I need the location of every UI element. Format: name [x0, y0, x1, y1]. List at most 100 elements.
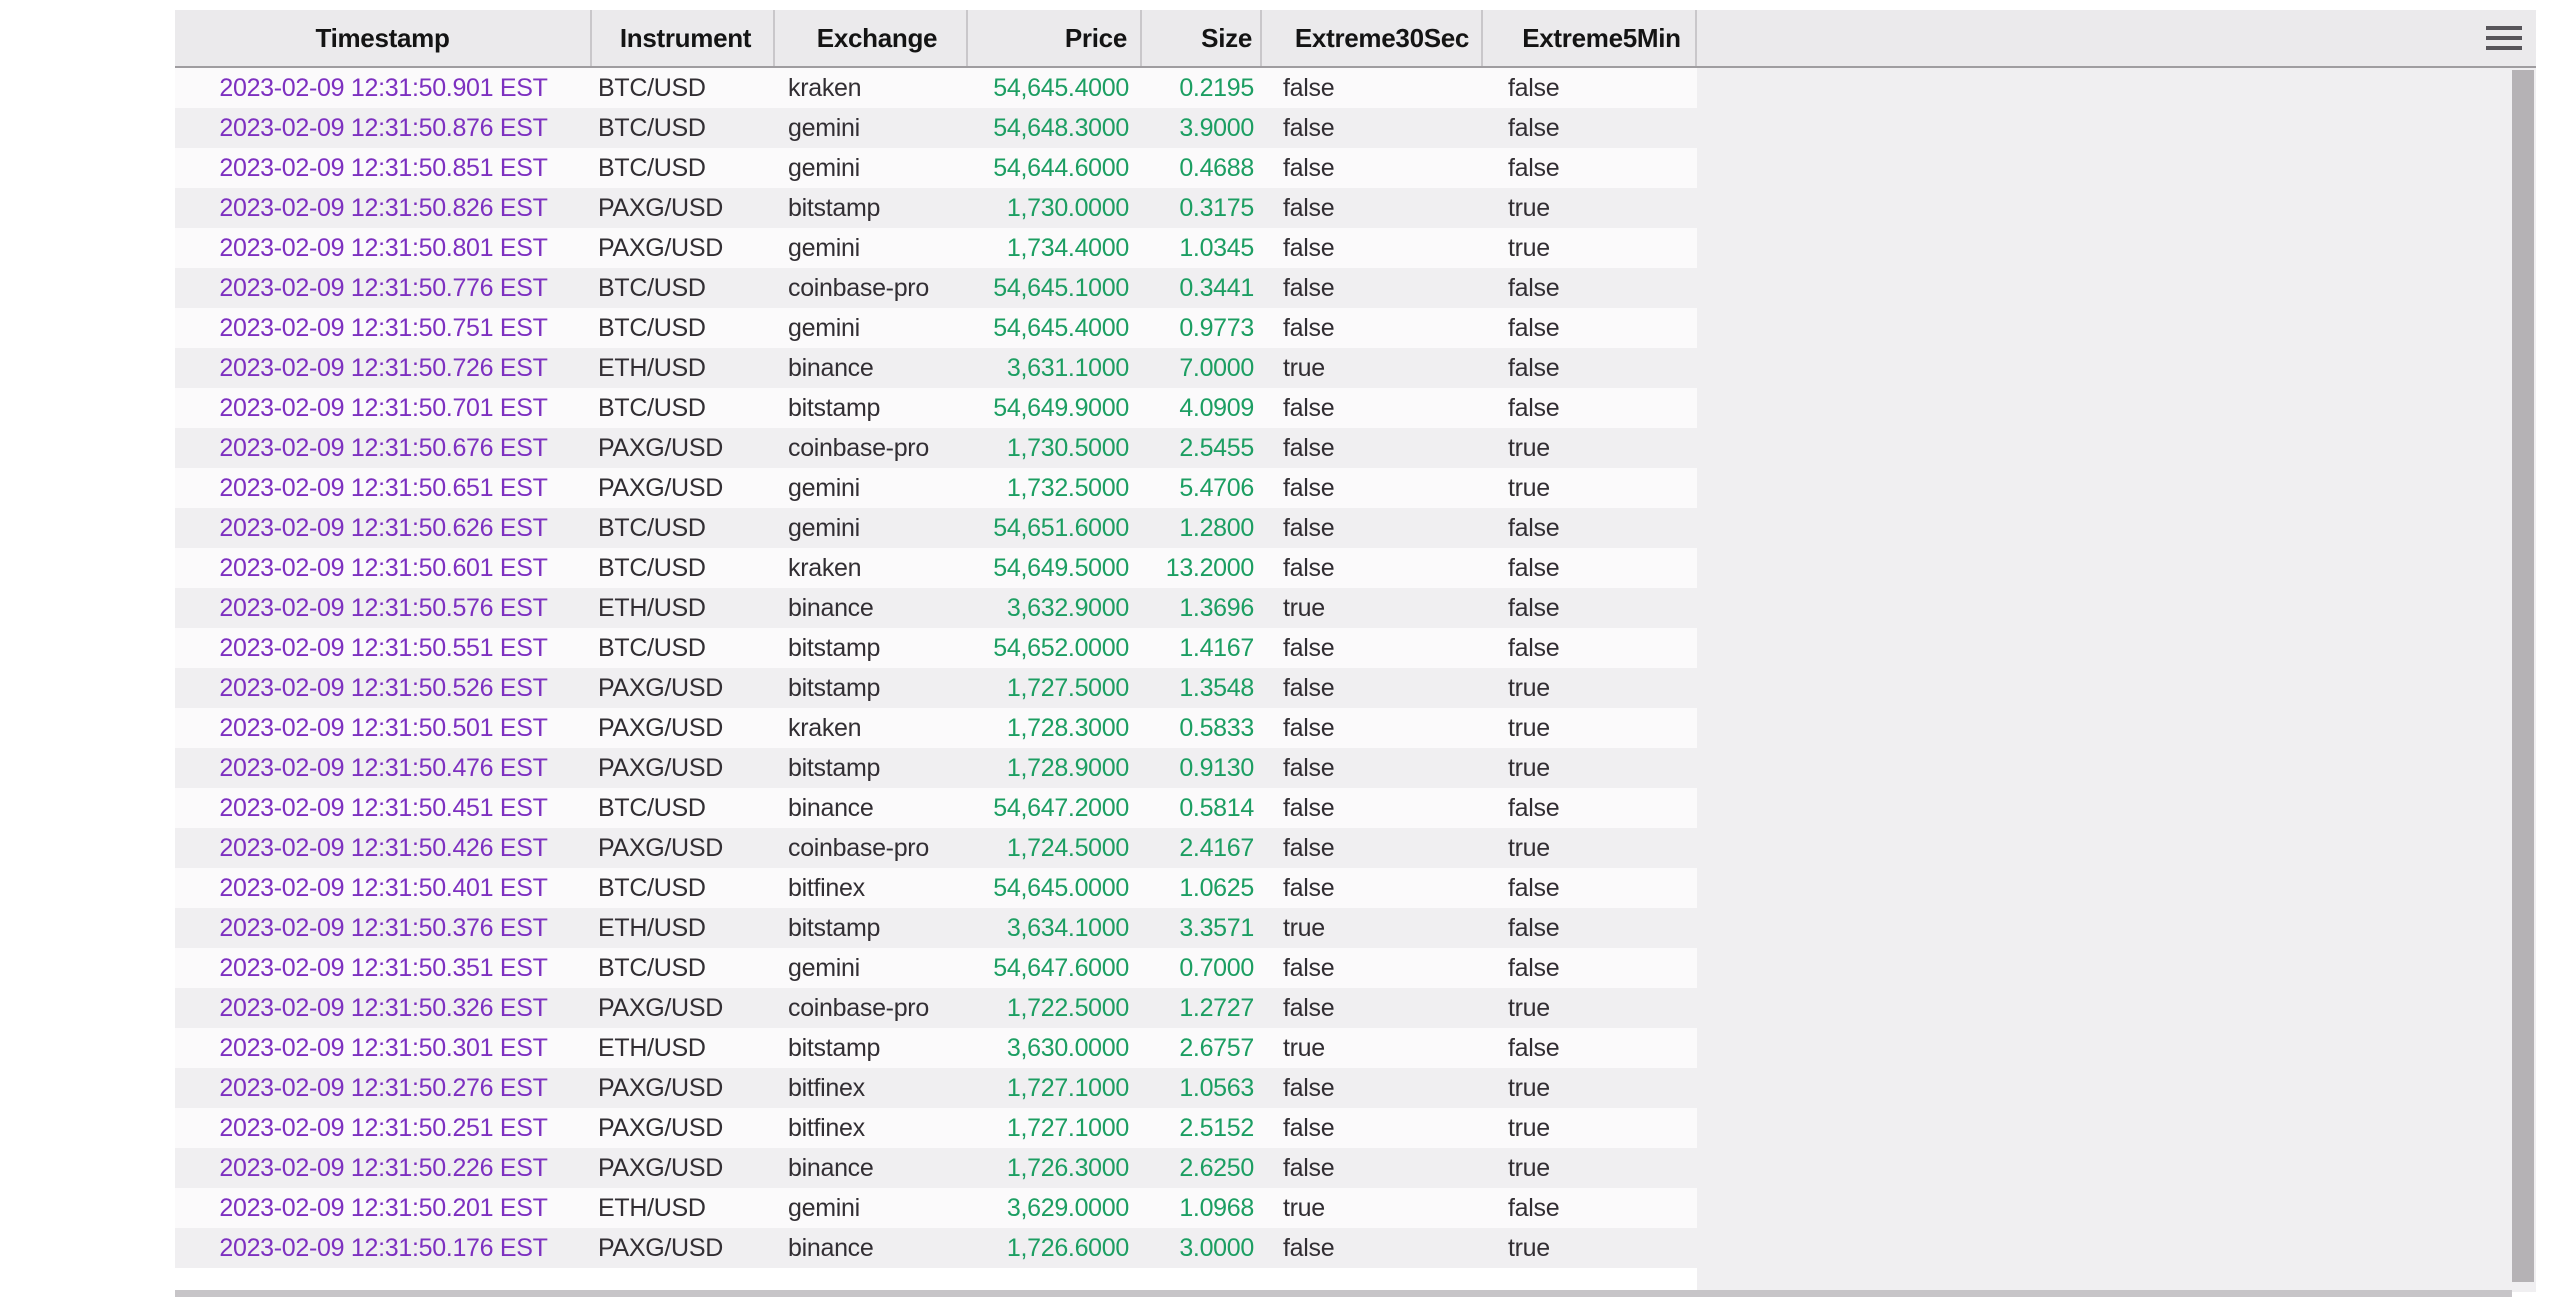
table-row[interactable]: 2023-02-09 12:31:50.501 EST PAXG/USD kra… — [175, 708, 1697, 748]
cell-timestamp[interactable]: 2023-02-09 12:31:50.301 EST — [175, 1028, 592, 1068]
cell-extreme5min[interactable]: false — [1483, 68, 1697, 108]
cell-size[interactable]: 0.3441 — [1142, 268, 1262, 308]
table-row[interactable]: 2023-02-09 12:31:50.276 EST PAXG/USD bit… — [175, 1068, 1697, 1108]
table-row[interactable]: 2023-02-09 12:31:50.801 EST PAXG/USD gem… — [175, 228, 1697, 268]
cell-extreme5min[interactable]: false — [1483, 628, 1697, 668]
cell-instrument[interactable]: PAXG/USD — [592, 188, 775, 228]
cell-extreme30sec[interactable]: false — [1262, 508, 1483, 548]
cell-extreme5min[interactable]: false — [1483, 868, 1697, 908]
cell-timestamp[interactable]: 2023-02-09 12:31:50.826 EST — [175, 188, 592, 228]
cell-price[interactable]: 1,727.1000 — [968, 1068, 1142, 1108]
cell-size[interactable]: 1.2727 — [1142, 988, 1262, 1028]
table-row[interactable]: 2023-02-09 12:31:50.676 EST PAXG/USD coi… — [175, 428, 1697, 468]
cell-instrument[interactable]: PAXG/USD — [592, 1068, 775, 1108]
cell-extreme30sec[interactable]: false — [1262, 1108, 1483, 1148]
cell-timestamp[interactable]: 2023-02-09 12:31:50.276 EST — [175, 1068, 592, 1108]
table-row[interactable]: 2023-02-09 12:31:50.901 EST BTC/USD krak… — [175, 68, 1697, 108]
cell-size[interactable]: 0.3175 — [1142, 188, 1262, 228]
cell-extreme5min[interactable]: false — [1483, 108, 1697, 148]
cell-extreme5min[interactable]: true — [1483, 1228, 1697, 1268]
cell-extreme5min[interactable]: true — [1483, 228, 1697, 268]
cell-instrument[interactable]: BTC/USD — [592, 548, 775, 588]
table-row[interactable]: 2023-02-09 12:31:50.401 EST BTC/USD bitf… — [175, 868, 1697, 908]
cell-extreme5min[interactable]: true — [1483, 1068, 1697, 1108]
cell-extreme30sec[interactable]: false — [1262, 988, 1483, 1028]
cell-exchange[interactable]: bitstamp — [775, 388, 968, 428]
cell-exchange[interactable]: bitstamp — [775, 1028, 968, 1068]
cell-size[interactable]: 0.7000 — [1142, 948, 1262, 988]
cell-instrument[interactable]: ETH/USD — [592, 348, 775, 388]
cell-timestamp[interactable]: 2023-02-09 12:31:50.876 EST — [175, 108, 592, 148]
cell-extreme5min[interactable]: false — [1483, 388, 1697, 428]
table-row[interactable]: 2023-02-09 12:31:50.701 EST BTC/USD bits… — [175, 388, 1697, 428]
cell-extreme30sec[interactable]: false — [1262, 228, 1483, 268]
cell-timestamp[interactable]: 2023-02-09 12:31:50.451 EST — [175, 788, 592, 828]
cell-extreme5min[interactable]: true — [1483, 1108, 1697, 1148]
table-row[interactable]: 2023-02-09 12:31:50.876 EST BTC/USD gemi… — [175, 108, 1697, 148]
cell-timestamp[interactable]: 2023-02-09 12:31:50.426 EST — [175, 828, 592, 868]
cell-instrument[interactable]: PAXG/USD — [592, 228, 775, 268]
cell-exchange[interactable]: bitstamp — [775, 668, 968, 708]
cell-instrument[interactable]: ETH/USD — [592, 1188, 775, 1228]
cell-instrument[interactable]: BTC/USD — [592, 68, 775, 108]
column-header-timestamp[interactable]: Timestamp — [175, 10, 592, 66]
horizontal-scrollbar[interactable] — [175, 1290, 2512, 1297]
cell-size[interactable]: 1.4167 — [1142, 628, 1262, 668]
cell-extreme30sec[interactable]: false — [1262, 148, 1483, 188]
cell-instrument[interactable]: BTC/USD — [592, 948, 775, 988]
cell-timestamp[interactable]: 2023-02-09 12:31:50.851 EST — [175, 148, 592, 188]
cell-extreme5min[interactable]: false — [1483, 348, 1697, 388]
table-row[interactable]: 2023-02-09 12:31:50.826 EST PAXG/USD bit… — [175, 188, 1697, 228]
cell-size[interactable]: 2.4167 — [1142, 828, 1262, 868]
cell-size[interactable]: 0.9773 — [1142, 308, 1262, 348]
cell-instrument[interactable]: BTC/USD — [592, 388, 775, 428]
cell-price[interactable]: 1,722.5000 — [968, 988, 1142, 1028]
cell-instrument[interactable]: PAXG/USD — [592, 708, 775, 748]
cell-extreme30sec[interactable]: false — [1262, 468, 1483, 508]
cell-extreme5min[interactable]: true — [1483, 748, 1697, 788]
cell-timestamp[interactable]: 2023-02-09 12:31:50.201 EST — [175, 1188, 592, 1228]
table-row[interactable]: 2023-02-09 12:31:50.526 EST PAXG/USD bit… — [175, 668, 1697, 708]
cell-extreme30sec[interactable]: false — [1262, 428, 1483, 468]
cell-timestamp[interactable]: 2023-02-09 12:31:50.226 EST — [175, 1148, 592, 1188]
cell-extreme30sec[interactable]: false — [1262, 628, 1483, 668]
cell-instrument[interactable]: PAXG/USD — [592, 988, 775, 1028]
cell-instrument[interactable]: BTC/USD — [592, 628, 775, 668]
cell-timestamp[interactable]: 2023-02-09 12:31:50.551 EST — [175, 628, 592, 668]
cell-extreme30sec[interactable]: false — [1262, 868, 1483, 908]
cell-exchange[interactable]: bitstamp — [775, 908, 968, 948]
cell-price[interactable]: 54,647.6000 — [968, 948, 1142, 988]
cell-exchange[interactable]: bitstamp — [775, 748, 968, 788]
cell-size[interactable]: 1.0968 — [1142, 1188, 1262, 1228]
cell-extreme30sec[interactable]: true — [1262, 908, 1483, 948]
cell-instrument[interactable]: BTC/USD — [592, 868, 775, 908]
cell-exchange[interactable]: bitfinex — [775, 1068, 968, 1108]
cell-extreme5min[interactable]: true — [1483, 188, 1697, 228]
cell-exchange[interactable]: gemini — [775, 948, 968, 988]
table-row[interactable]: 2023-02-09 12:31:50.626 EST BTC/USD gemi… — [175, 508, 1697, 548]
cell-extreme30sec[interactable]: false — [1262, 68, 1483, 108]
cell-extreme30sec[interactable]: true — [1262, 1188, 1483, 1228]
cell-size[interactable]: 2.6250 — [1142, 1148, 1262, 1188]
table-row[interactable]: 2023-02-09 12:31:50.376 EST ETH/USD bits… — [175, 908, 1697, 948]
cell-exchange[interactable]: binance — [775, 1228, 968, 1268]
cell-exchange[interactable]: bitstamp — [775, 628, 968, 668]
cell-exchange[interactable]: coinbase-pro — [775, 428, 968, 468]
cell-instrument[interactable]: BTC/USD — [592, 308, 775, 348]
cell-price[interactable]: 3,634.1000 — [968, 908, 1142, 948]
cell-exchange[interactable]: binance — [775, 788, 968, 828]
cell-extreme5min[interactable]: true — [1483, 708, 1697, 748]
cell-price[interactable]: 1,726.6000 — [968, 1228, 1142, 1268]
column-header-price[interactable]: Price — [968, 10, 1142, 66]
cell-extreme30sec[interactable]: false — [1262, 308, 1483, 348]
cell-timestamp[interactable]: 2023-02-09 12:31:50.401 EST — [175, 868, 592, 908]
cell-extreme30sec[interactable]: true — [1262, 588, 1483, 628]
cell-extreme5min[interactable]: true — [1483, 1148, 1697, 1188]
table-row[interactable]: 2023-02-09 12:31:50.576 EST ETH/USD bina… — [175, 588, 1697, 628]
cell-size[interactable]: 7.0000 — [1142, 348, 1262, 388]
cell-extreme5min[interactable]: false — [1483, 148, 1697, 188]
cell-extreme5min[interactable]: false — [1483, 948, 1697, 988]
cell-timestamp[interactable]: 2023-02-09 12:31:50.176 EST — [175, 1228, 592, 1268]
cell-price[interactable]: 1,734.4000 — [968, 228, 1142, 268]
cell-exchange[interactable]: gemini — [775, 228, 968, 268]
